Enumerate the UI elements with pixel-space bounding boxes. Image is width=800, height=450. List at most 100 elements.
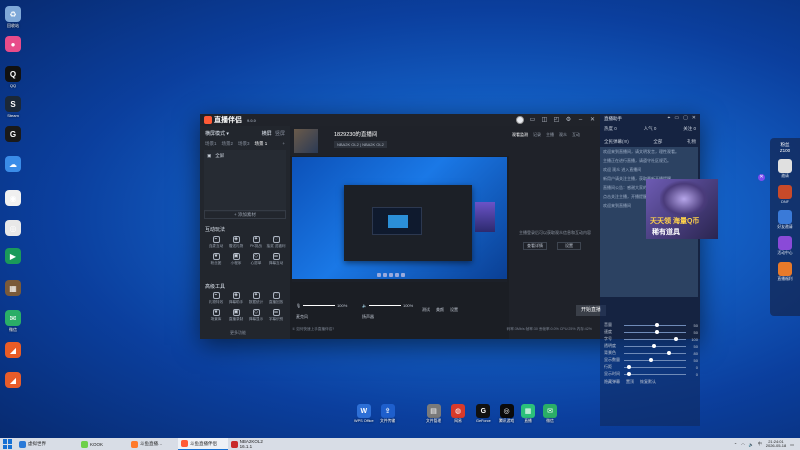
tool-item[interactable]: ☰ 字幕识别 — [266, 309, 286, 322]
minimize-icon[interactable]: ▭ — [674, 115, 679, 121]
more-tools-link[interactable]: 更多功能 — [230, 330, 246, 336]
portrait-toggle[interactable]: 竖屏 — [275, 131, 285, 137]
dock-app[interactable]: ✉ 微信 — [543, 404, 557, 424]
settings-icon[interactable]: ⚙ — [565, 117, 572, 124]
slider-knob[interactable] — [651, 343, 656, 348]
setting-slider[interactable] — [624, 343, 686, 348]
desktop-icon[interactable]: ✉ 微信 — [1, 310, 25, 332]
dock-shortcut[interactable]: 邀请 — [770, 159, 800, 179]
setting-slider[interactable] — [624, 336, 686, 341]
desktop-icon[interactable]: ♻ 回收站 — [1, 6, 25, 28]
dock-app[interactable]: ◍ 网易 — [451, 404, 465, 424]
close-icon[interactable]: ✕ — [758, 174, 765, 181]
promo-banner[interactable]: 天天领 海量Q币 稀有道具 — [646, 179, 718, 239]
tool-item[interactable]: ✦ 数据统计 — [246, 292, 266, 305]
reset-defaults-button[interactable]: 恢复默认 — [640, 379, 656, 385]
speaker-icon[interactable]: 🔈 — [362, 303, 367, 308]
interact-item[interactable]: ★ 粉丝团 — [206, 253, 226, 266]
panel-settings-button[interactable]: 设置 — [557, 242, 581, 250]
tab-watch-monitor[interactable]: 观看监测 — [512, 132, 528, 138]
setting-slider[interactable] — [624, 364, 686, 369]
game-tag[interactable]: NBA2K OL2 | NBA2K OL2 — [334, 141, 387, 148]
hide-danmaku-checkbox[interactable]: 隐藏弹幕 — [604, 379, 620, 385]
speaker-slider[interactable] — [368, 305, 401, 306]
tab-all-danmaku[interactable]: 全民弹幕(!!!) — [604, 139, 629, 145]
tab-scene-active[interactable]: 场景 1 — [255, 141, 268, 147]
tab-all[interactable]: 全部 — [653, 139, 662, 145]
chevron-up-icon[interactable]: ⌃ — [734, 442, 737, 447]
dock-app[interactable]: ⇪ 文件传输 — [380, 404, 395, 424]
desktop-icon[interactable]: ◢ — [1, 342, 25, 359]
source-item[interactable]: ▣ 全屏 — [207, 153, 283, 159]
setting-slider[interactable] — [624, 329, 686, 334]
taskbar-item[interactable]: 虚拟世界 — [16, 438, 78, 450]
desktop-icon[interactable]: ◎ — [1, 220, 25, 237]
message-icon[interactable]: ▭ — [529, 117, 536, 124]
interact-item[interactable]: ⌁ 连麦互动 — [206, 236, 226, 249]
tool-item[interactable]: ◈ 弹幕助手 — [226, 292, 246, 305]
tool-item[interactable]: ◇ 弹幕显示 — [246, 309, 266, 322]
volume-icon[interactable]: 🔈 — [749, 442, 754, 447]
tool-item[interactable]: ★ 场景库 — [206, 309, 226, 322]
dock-app[interactable]: ◎ 腾讯游戏 — [499, 404, 514, 424]
orientation-switch[interactable]: 横屏 竖屏 — [262, 130, 285, 137]
slider-knob[interactable] — [627, 364, 632, 369]
network-icon[interactable]: ◠ — [741, 442, 745, 447]
slider-knob[interactable] — [655, 329, 659, 334]
taskbar-item[interactable]: KOOK — [78, 438, 128, 450]
dock-shortcut[interactable]: 活动中心 — [770, 236, 800, 256]
beauty-button[interactable]: 美颜 — [436, 307, 444, 313]
ime-icon[interactable]: 中 — [758, 441, 762, 447]
close-icon[interactable]: ✕ — [692, 115, 696, 121]
room-cover[interactable] — [294, 129, 318, 153]
slider-knob[interactable] — [627, 371, 632, 376]
scene-mode-select[interactable]: 横屏模式 ▾ — [205, 130, 229, 137]
dock-shortcut[interactable]: 好友邀请 — [770, 210, 800, 230]
slider-knob[interactable] — [648, 357, 653, 362]
help-link[interactable]: ① 如何快速上手直播伴侣? — [292, 327, 334, 332]
room-title[interactable]: 1829230的直播间 — [334, 130, 377, 138]
setting-slider[interactable] — [624, 371, 686, 376]
interact-item[interactable]: ◈ 赠送礼物 — [226, 236, 246, 249]
landscape-toggle[interactable]: 横屏 — [262, 131, 272, 137]
tab-scene-2[interactable]: 场景2 — [222, 141, 234, 147]
interact-item[interactable]: ▣ 小程序 — [226, 253, 246, 266]
bottom-settings-button[interactable]: 设置 — [450, 307, 458, 313]
slider-knob[interactable] — [673, 336, 678, 341]
close-icon[interactable]: ✕ — [589, 117, 596, 124]
gift-icon[interactable]: ◫ — [541, 117, 548, 124]
slider-knob[interactable] — [667, 350, 672, 355]
pin-top-checkbox[interactable]: 置顶 — [626, 379, 634, 385]
clock[interactable]: 21:24:01 2026-05-18 — [766, 439, 786, 449]
dock-app[interactable]: W WPS Office — [354, 404, 374, 423]
minimize-icon[interactable]: – — [577, 117, 584, 124]
tool-item[interactable]: ⌁ 礼物特效 — [206, 292, 226, 305]
taskbar-item[interactable]: 斗鱼直播… — [128, 438, 178, 450]
desktop-icon[interactable]: ☁ — [1, 156, 25, 173]
desktop-icon[interactable]: ● — [1, 36, 25, 53]
desktop-icon[interactable]: ◉ — [1, 190, 25, 207]
stream-preview[interactable] — [292, 157, 507, 282]
restore-icon[interactable]: ▢ — [683, 115, 688, 121]
test-button[interactable]: 测试 — [422, 307, 430, 313]
interact-item[interactable]: ◇ 心愿单 — [246, 253, 266, 266]
interact-item[interactable]: ♡ 抽奖 送福利 — [266, 236, 286, 249]
tab-scene-3[interactable]: 场景3 — [238, 141, 250, 147]
tab-host[interactable]: 主播 — [546, 132, 554, 138]
tool-item[interactable]: ♡ 直播回放 — [266, 292, 286, 305]
chat-icon[interactable]: ◰ — [553, 117, 560, 124]
setting-slider[interactable] — [624, 357, 686, 362]
desktop-icon[interactable]: S Steam — [1, 96, 25, 118]
taskbar-item[interactable]: NBA2KOL2 16.1.1 — [228, 438, 278, 450]
desktop-icon[interactable]: ▦ — [1, 280, 25, 297]
mic-slider[interactable] — [303, 305, 336, 306]
dock-app[interactable]: ▦ 直播 — [521, 404, 535, 424]
interact-item[interactable]: ✦ PK挑战 — [246, 236, 266, 249]
setting-slider[interactable] — [624, 322, 686, 327]
user-avatar[interactable] — [516, 116, 524, 124]
taskbar-item[interactable]: 斗鱼直播伴侣 — [178, 438, 228, 450]
desktop-icon[interactable]: Q QQ — [1, 66, 25, 88]
dock-app[interactable]: ▤ 文件管理 — [426, 404, 441, 424]
pin-icon[interactable]: ⌖ — [668, 115, 671, 121]
slider-knob[interactable] — [655, 322, 659, 327]
